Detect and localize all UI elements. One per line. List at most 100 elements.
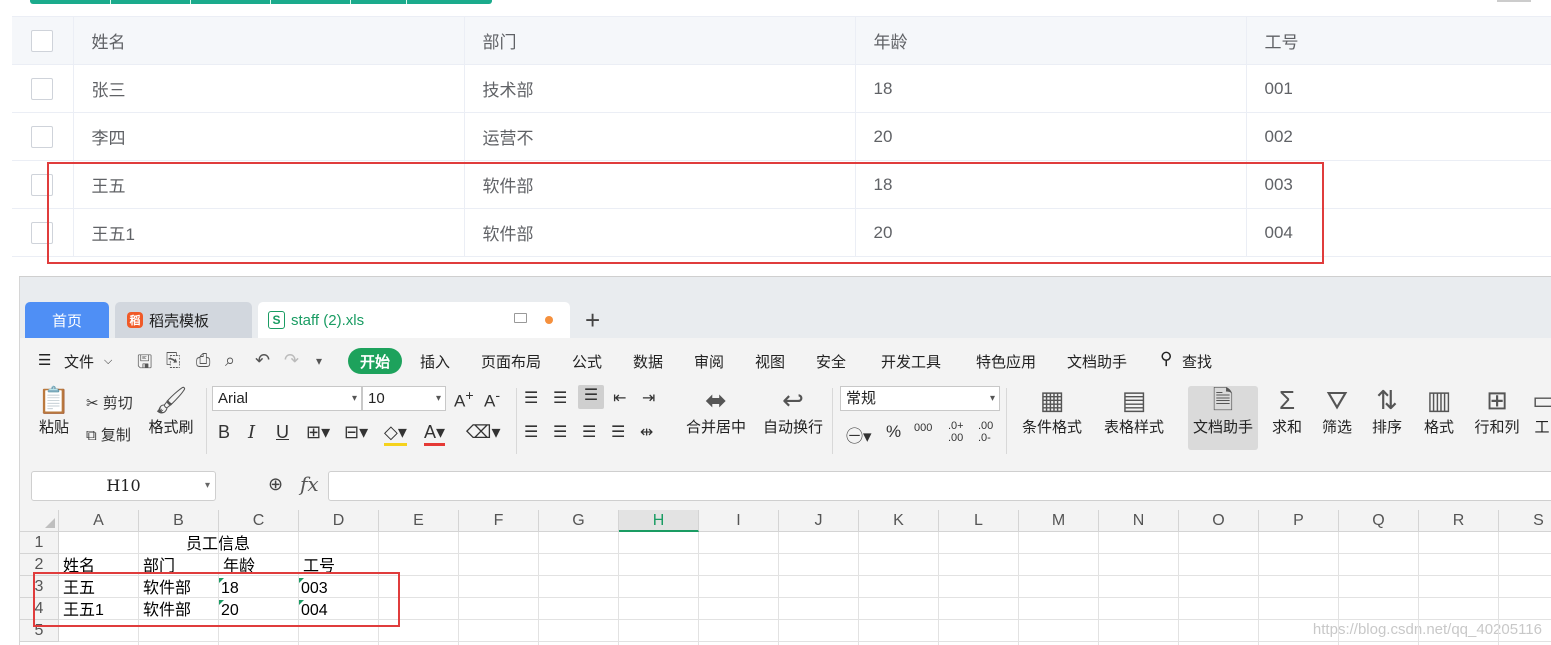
column-header-P[interactable]: P (1259, 510, 1339, 532)
column-header-M[interactable]: M (1019, 510, 1099, 532)
worksheet-button[interactable]: ▭ 工 (1532, 386, 1551, 437)
formula-input[interactable] (328, 471, 1551, 501)
table-style-button[interactable]: ▤ 表格样式 (1096, 386, 1172, 437)
menu-formula[interactable]: 公式 (572, 351, 602, 372)
increase-decimal-icon[interactable]: .0+ .00 (948, 420, 964, 444)
redo-icon[interactable]: ↷ (284, 350, 299, 371)
new-tab-button[interactable]: + (585, 305, 600, 336)
column-header-G[interactable]: G (539, 510, 619, 532)
row-header-3[interactable]: 3 (20, 576, 59, 598)
table-row[interactable]: 王五1 软件部 20 004 (12, 208, 1551, 257)
italic-icon[interactable]: I (248, 422, 255, 443)
column-header-I[interactable]: I (699, 510, 779, 532)
font-size-select[interactable]: 10 ▾ (362, 386, 446, 411)
column-header-R[interactable]: R (1419, 510, 1499, 532)
menu-security[interactable]: 安全 (816, 351, 846, 372)
column-header-S[interactable]: S (1499, 510, 1551, 532)
font-family-select[interactable]: Arial ▾ (212, 386, 362, 411)
wrap-text-button[interactable]: ↩ 自动换行 (760, 386, 826, 437)
align-left-icon[interactable]: ☰ (524, 422, 538, 442)
row-checkbox[interactable] (31, 221, 53, 244)
align-right-icon[interactable]: ☰ (582, 422, 596, 442)
undo-icon[interactable]: ↶ (255, 350, 270, 371)
number-format-select[interactable]: 常规 ▾ (840, 386, 1000, 411)
cut-button[interactable]: ✂ 剪切 (86, 392, 133, 413)
hamburger-icon[interactable]: ☰ (38, 351, 51, 369)
filter-button[interactable]: ⛛ 筛选 (1314, 386, 1360, 437)
tab-home[interactable]: 首页 (25, 302, 109, 338)
column-header-K[interactable]: K (859, 510, 939, 532)
column-header-D[interactable]: D (299, 510, 379, 532)
menu-start[interactable]: 开始 (348, 348, 402, 374)
column-header-C[interactable]: C (219, 510, 299, 532)
column-header-H[interactable]: H (619, 510, 699, 532)
function-icon[interactable]: fx (300, 472, 319, 496)
column-header-L[interactable]: L (939, 510, 1019, 532)
align-center-icon[interactable]: ☰ (553, 422, 567, 442)
column-header-E[interactable]: E (379, 510, 459, 532)
row-header-2[interactable]: 2 (20, 554, 59, 576)
merge-center-button[interactable]: ⬌ 合并居中 (680, 386, 752, 437)
row-checkbox[interactable] (31, 125, 53, 148)
menu-doc-helper[interactable]: 文档助手 (1067, 351, 1127, 372)
top-right-control[interactable] (1497, 0, 1531, 2)
column-header-F[interactable]: F (459, 510, 539, 532)
print-icon[interactable]: ⎙ (196, 350, 210, 371)
select-all-checkbox[interactable] (31, 29, 53, 52)
justify-icon[interactable]: ☰ (611, 422, 625, 442)
toolbar-button-strip[interactable] (30, 0, 492, 4)
decrease-font-icon[interactable]: A- (484, 388, 500, 412)
format-button[interactable]: ▥ 格式 (1416, 386, 1462, 437)
paste-button[interactable]: 📋 粘贴 (32, 386, 76, 437)
monitor-icon[interactable] (514, 313, 527, 323)
column-header-B[interactable]: B (139, 510, 219, 532)
export-icon[interactable]: ⎘ (166, 350, 180, 371)
distribute-icon[interactable]: ⇹ (640, 422, 653, 442)
zoom-search-icon[interactable]: ⊕ (268, 474, 283, 495)
print-preview-icon[interactable]: ⌕ (225, 350, 235, 371)
align-bottom-icon[interactable]: ☰ (578, 385, 604, 409)
menu-view[interactable]: 视图 (755, 351, 785, 372)
column-header-N[interactable]: N (1099, 510, 1179, 532)
menu-data[interactable]: 数据 (633, 351, 663, 372)
save-icon[interactable]: 🖫 (137, 350, 152, 380)
conditional-format-button[interactable]: ▦ 条件格式 (1016, 386, 1088, 437)
align-top-icon[interactable]: ☰ (524, 388, 538, 408)
column-header-Q[interactable]: Q (1339, 510, 1419, 532)
thousands-icon[interactable]: 000 (914, 422, 932, 434)
menu-file[interactable]: 文件 (64, 351, 94, 372)
underline-icon[interactable]: U (276, 422, 289, 443)
decrease-decimal-icon[interactable]: .00.0- (978, 420, 993, 444)
cell-style-icon[interactable]: ⊟▾ (344, 422, 368, 443)
rows-columns-button[interactable]: ⊞ 行和列 (1468, 386, 1526, 437)
search-icon[interactable]: ⚲ (1160, 349, 1172, 369)
currency-icon[interactable]: ㊀▾ (846, 422, 872, 447)
menu-insert[interactable]: 插入 (420, 351, 450, 372)
row-checkbox[interactable] (31, 77, 53, 100)
table-row[interactable]: 李四 运营不 20 002 (12, 112, 1551, 161)
worksheet-grid[interactable]: 员工信息 姓名 部门 年龄 工号 王五 软件部 18 003 王五1 软件部 2… (20, 510, 1551, 645)
align-middle-icon[interactable]: ☰ (553, 388, 567, 408)
sum-button[interactable]: Σ 求和 (1264, 386, 1310, 437)
indent-decrease-icon[interactable]: ⇤ (613, 388, 626, 408)
name-box[interactable]: H10 ▾ (31, 471, 216, 501)
menu-developer[interactable]: 开发工具 (881, 351, 941, 372)
quick-access-more-icon[interactable]: ▾ (316, 354, 322, 368)
row-header-1[interactable]: 1 (20, 532, 59, 554)
indent-increase-icon[interactable]: ⇥ (642, 388, 655, 408)
menu-review[interactable]: 审阅 (694, 351, 724, 372)
format-painter-button[interactable]: 🖌 格式刷 (146, 386, 196, 437)
row-header-4[interactable]: 4 (20, 598, 59, 620)
font-color-icon[interactable]: A▾ (424, 422, 446, 446)
menu-search[interactable]: 查找 (1182, 351, 1212, 372)
increase-font-icon[interactable]: A+ (454, 388, 474, 412)
menu-features[interactable]: 特色应用 (976, 351, 1036, 372)
menu-page-layout[interactable]: 页面布局 (481, 351, 541, 372)
column-header-O[interactable]: O (1179, 510, 1259, 532)
row-header-5[interactable]: 5 (20, 620, 59, 642)
select-all-checkbox-cell[interactable] (12, 16, 74, 65)
select-all-corner[interactable] (20, 510, 59, 532)
table-row[interactable]: 张三 技术部 18 001 (12, 64, 1551, 113)
row-checkbox[interactable] (31, 173, 53, 196)
copy-button[interactable]: ⧉ 复制 (86, 424, 131, 445)
